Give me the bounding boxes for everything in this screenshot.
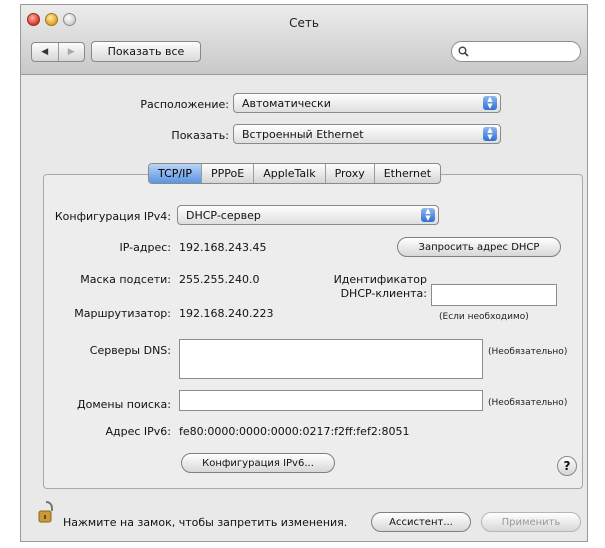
- location-value: Автоматически: [242, 96, 331, 110]
- tab-pppoe[interactable]: PPPoE: [200, 164, 253, 183]
- apply-button[interactable]: Применить: [481, 512, 581, 532]
- dns-servers-field[interactable]: [179, 339, 483, 379]
- popup-arrows-icon: ▲ ▼: [421, 208, 435, 222]
- router-label: Маршрутизатор:: [74, 307, 171, 320]
- forward-icon[interactable]: ▶: [57, 43, 85, 61]
- renew-dhcp-button[interactable]: Запросить адрес DHCP: [397, 237, 561, 257]
- subnet-mask-value: 255.255.240.0: [179, 273, 260, 286]
- ipv6-address-value: fe80:0000:0000:0000:0217:f2ff:fef2:8051: [179, 425, 410, 438]
- back-forward-control: ◀ ▶: [31, 42, 85, 62]
- show-value: Встроенный Ethernet: [242, 127, 364, 141]
- lock-message: Нажмите на замок, чтобы запретить измене…: [63, 516, 348, 529]
- dhcp-client-id-label-line2: DHCP-клиента:: [340, 287, 427, 300]
- back-icon[interactable]: ◀: [32, 43, 58, 61]
- subnet-mask-label: Маска подсети:: [80, 273, 171, 286]
- assistant-button[interactable]: Ассистент...: [371, 512, 471, 532]
- tab-proxy[interactable]: Proxy: [324, 164, 374, 183]
- lock-icon[interactable]: [37, 500, 55, 524]
- show-popup[interactable]: Встроенный Ethernet ▲ ▼: [233, 124, 501, 144]
- help-button[interactable]: ?: [557, 456, 577, 476]
- show-label: Показать:: [171, 129, 229, 142]
- dns-servers-hint: (Необязательно): [488, 347, 568, 357]
- search-domains-field[interactable]: [179, 390, 483, 411]
- tab-bar: TCP/IP PPPoE AppleTalk Proxy Ethernet: [148, 163, 442, 184]
- ip-address-value: 192.168.243.45: [179, 241, 267, 254]
- tab-tcpip[interactable]: TCP/IP: [149, 164, 201, 183]
- dhcp-client-id-field[interactable]: [431, 284, 557, 306]
- search-domains-hint: (Необязательно): [488, 398, 568, 408]
- title-bar: Сеть ◀ ▶ Показать все: [21, 5, 587, 75]
- dhcp-client-id-label-line1: Идентификатор: [333, 273, 427, 286]
- ipv4-config-popup[interactable]: DHCP-сервер ▲ ▼: [177, 205, 439, 225]
- ipv6-address-label: Адрес IPv6:: [105, 425, 171, 438]
- dhcp-client-id-hint: (Если необходимо): [439, 312, 529, 322]
- ip-address-label: IP-адрес:: [119, 241, 171, 254]
- location-popup[interactable]: Автоматически ▲ ▼: [233, 93, 501, 113]
- window-title: Сеть: [289, 16, 319, 30]
- show-all-button[interactable]: Показать все: [91, 41, 201, 62]
- dns-servers-label: Серверы DNS:: [89, 344, 171, 357]
- network-preferences-window: Сеть ◀ ▶ Показать все Расположение: Авто…: [20, 4, 588, 542]
- ipv4-config-label: Конфигурация IPv4:: [54, 210, 171, 223]
- router-value: 192.168.240.223: [179, 307, 274, 320]
- search-domains-label: Домены поиска:: [77, 398, 171, 411]
- search-input[interactable]: [473, 45, 573, 58]
- search-icon: [458, 46, 469, 57]
- tab-appletalk[interactable]: AppleTalk: [253, 164, 324, 183]
- configure-ipv6-button[interactable]: Конфигурация IPv6...: [181, 453, 335, 473]
- ipv4-config-value: DHCP-сервер: [186, 208, 261, 222]
- popup-arrows-icon: ▲ ▼: [483, 127, 497, 141]
- tab-ethernet[interactable]: Ethernet: [373, 164, 440, 183]
- location-label: Расположение:: [140, 98, 229, 111]
- search-field[interactable]: [451, 41, 581, 62]
- popup-arrows-icon: ▲ ▼: [483, 96, 497, 110]
